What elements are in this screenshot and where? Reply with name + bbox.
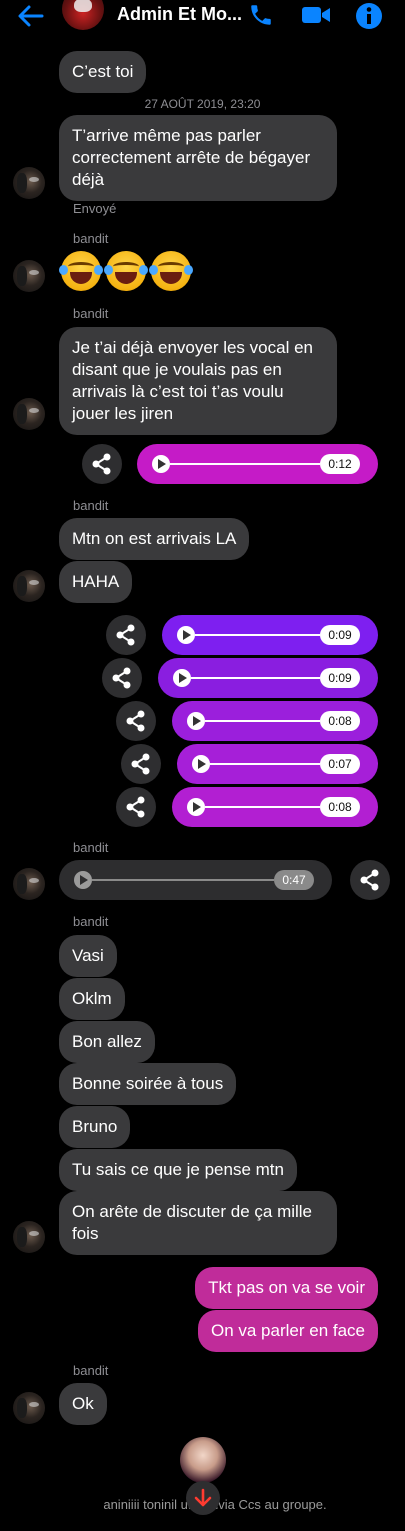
scroll-to-bottom-button[interactable] <box>186 1481 220 1515</box>
conversation-header: Admin Et Mo... <box>0 0 405 32</box>
audio-duration: 0:08 <box>320 711 360 731</box>
avatar[interactable] <box>13 1221 45 1253</box>
sent-status: Envoyé <box>73 201 117 216</box>
info-icon[interactable] <box>355 2 383 30</box>
sender-name: bandit <box>73 914 109 929</box>
audio-duration: 0:47 <box>274 870 314 890</box>
share-icon <box>112 667 131 689</box>
avatar[interactable] <box>13 1392 45 1424</box>
audio-duration: 0:09 <box>320 625 360 645</box>
message-bubble[interactable]: On arête de discuter de ça mille fois <box>59 1191 337 1255</box>
message-bubble[interactable]: Bonne soirée à tous <box>59 1063 237 1105</box>
message-bubble[interactable]: HAHA <box>59 561 133 603</box>
avatar[interactable] <box>13 260 45 292</box>
message-bubble[interactable]: C’est toi <box>59 51 147 93</box>
share-button[interactable] <box>116 787 156 827</box>
share-button[interactable] <box>350 860 390 900</box>
arrow-down-icon <box>194 1488 212 1507</box>
message-bubble[interactable]: Oklm <box>59 978 125 1020</box>
sender-name: bandit <box>73 840 109 855</box>
share-icon <box>126 710 145 732</box>
sender-name: bandit <box>73 1363 109 1378</box>
phone-icon[interactable] <box>248 2 274 28</box>
play-icon[interactable] <box>187 712 205 730</box>
message-bubble[interactable]: Je t’ai déjà envoyer les vocal en disant… <box>59 327 337 435</box>
share-icon <box>360 869 379 891</box>
video-camera-icon[interactable] <box>300 2 332 28</box>
group-avatar[interactable] <box>62 0 104 30</box>
avatar[interactable] <box>13 868 45 900</box>
share-icon <box>92 453 111 475</box>
share-icon <box>131 753 150 775</box>
sender-name: bandit <box>73 231 109 246</box>
avatar[interactable] <box>13 570 45 602</box>
message-bubble[interactable]: T’arrive même pas parler correctement ar… <box>59 115 337 201</box>
conversation-title[interactable]: Admin Et Mo... <box>117 4 242 25</box>
play-icon[interactable] <box>173 669 191 687</box>
audio-duration: 0:12 <box>320 454 360 474</box>
audio-duration: 0:08 <box>320 797 360 817</box>
audio-duration: 0:09 <box>320 668 360 688</box>
rofl-emoji-icon[interactable] <box>104 251 148 291</box>
share-button[interactable] <box>121 744 161 784</box>
sender-name: bandit <box>73 498 109 513</box>
share-icon <box>116 624 135 646</box>
audio-duration: 0:07 <box>320 754 360 774</box>
message-bubble[interactable]: Ok <box>59 1383 107 1425</box>
share-button[interactable] <box>102 658 142 698</box>
avatar[interactable] <box>13 398 45 430</box>
voice-message[interactable]: 0:09 <box>158 658 378 698</box>
message-bubble[interactable]: Mtn on est arrivais LA <box>59 518 250 560</box>
avatar[interactable] <box>13 167 45 199</box>
arrow-left-icon[interactable] <box>16 3 44 29</box>
voice-message[interactable]: 0:07 <box>177 744 378 784</box>
share-button[interactable] <box>116 701 156 741</box>
rofl-emoji-icon[interactable] <box>59 251 103 291</box>
share-button[interactable] <box>106 615 146 655</box>
message-bubble-outgoing[interactable]: On va parler en face <box>197 1310 378 1352</box>
message-bubble[interactable]: Tu sais ce que je pense mtn <box>59 1149 297 1191</box>
play-icon[interactable] <box>187 798 205 816</box>
rofl-emoji-icon[interactable] <box>149 251 193 291</box>
voice-message[interactable]: 0:09 <box>162 615 378 655</box>
message-timestamp: 27 AOÛT 2019, 23:20 <box>144 97 261 111</box>
message-bubble[interactable]: Bon allez <box>59 1021 155 1063</box>
play-icon[interactable] <box>74 871 92 889</box>
voice-message[interactable]: 0:12 <box>137 444 378 484</box>
play-icon[interactable] <box>152 455 170 473</box>
voice-message[interactable]: 0:08 <box>172 787 378 827</box>
added-user-avatar[interactable] <box>180 1437 226 1483</box>
sender-name: bandit <box>73 306 109 321</box>
play-icon[interactable] <box>177 626 195 644</box>
message-bubble-outgoing[interactable]: Tkt pas on va se voir <box>195 1267 378 1309</box>
share-icon <box>126 796 145 818</box>
message-bubble[interactable]: Vasi <box>59 935 117 977</box>
voice-message[interactable]: 0:47 <box>59 860 332 900</box>
message-bubble[interactable]: Bruno <box>59 1106 131 1148</box>
voice-message[interactable]: 0:08 <box>172 701 378 741</box>
share-button[interactable] <box>82 444 122 484</box>
play-icon[interactable] <box>192 755 210 773</box>
